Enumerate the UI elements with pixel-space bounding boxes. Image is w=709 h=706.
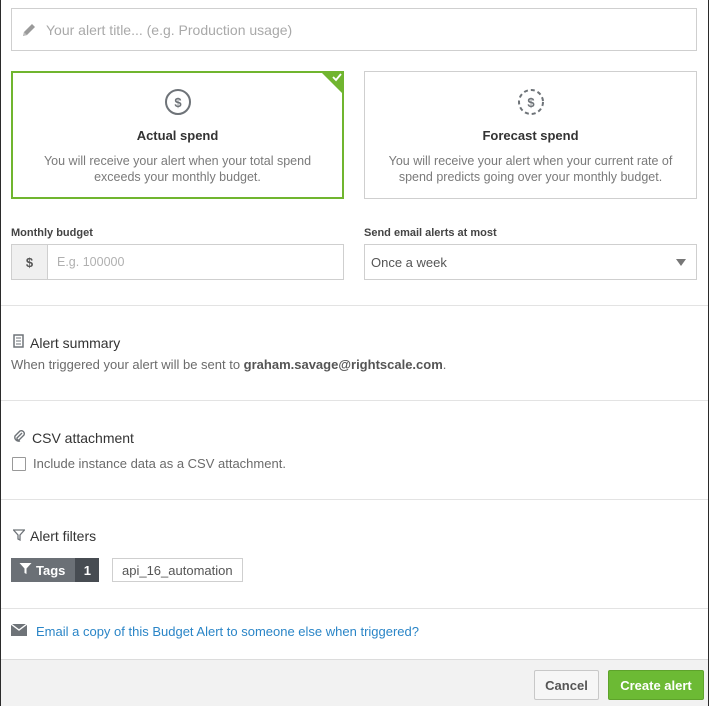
alert-summary-prefix: When triggered your alert will be sent t… [11, 357, 244, 372]
actual-spend-title: Actual spend [136, 128, 219, 143]
email-copy-link-text: Email a copy of this Budget Alert to som… [36, 624, 419, 639]
cancel-button[interactable]: Cancel [534, 670, 599, 700]
document-icon [13, 334, 25, 351]
actual-spend-card[interactable]: $ Actual spend You will receive your ale… [11, 71, 344, 199]
alert-title-input[interactable] [46, 21, 696, 38]
alert-filters-title: Alert filters [30, 528, 97, 544]
divider [1, 608, 708, 609]
tags-filter-button[interactable]: Tags 1 [11, 558, 100, 582]
email-frequency-label: Send email alerts at most [364, 227, 497, 239]
alert-summary-title: Alert summary [30, 334, 121, 351]
email-frequency-value: Once a week [371, 254, 447, 270]
forecast-spend-description: You will receive your alert when your cu… [388, 154, 673, 184]
svg-text:$: $ [527, 95, 535, 110]
monthly-budget-label: Monthly budget [11, 227, 93, 239]
email-copy-link[interactable]: Email a copy of this Budget Alert to som… [10, 623, 419, 639]
csv-attachment-title: CSV attachment [32, 429, 134, 446]
alert-summary-heading: Alert summary [13, 334, 120, 351]
dollar-circle-icon: $ [164, 88, 192, 118]
csv-attachment-heading: CSV attachment [13, 429, 134, 446]
monthly-budget-group: $ [11, 244, 344, 280]
envelope-icon [10, 623, 28, 639]
selected-check-icon [320, 71, 344, 95]
alert-title-field[interactable] [11, 8, 697, 51]
pencil-icon [12, 22, 46, 38]
monthly-budget-input[interactable] [48, 245, 343, 279]
csv-checkbox-label[interactable]: Include instance data as a CSV attachmen… [33, 456, 286, 471]
email-frequency-select[interactable]: Once a week [364, 244, 697, 280]
forecast-spend-title: Forecast spend [482, 128, 579, 143]
create-alert-button[interactable]: Create alert [608, 670, 704, 700]
dollar-dashed-circle-icon: $ [517, 88, 545, 118]
dialog-footer [1, 659, 708, 706]
tags-count-badge: 1 [75, 558, 100, 582]
svg-text:$: $ [174, 95, 182, 110]
alert-filters-heading: Alert filters [12, 528, 97, 544]
currency-prefix: $ [12, 245, 48, 279]
tag-chip[interactable]: api_16_automation [112, 558, 243, 582]
divider [1, 499, 708, 500]
funnel-icon [12, 528, 26, 544]
actual-spend-description: You will receive your alert when your to… [43, 154, 312, 184]
tags-filter-label: Tags [36, 562, 66, 578]
forecast-spend-card[interactable]: $ Forecast spend You will receive your a… [364, 71, 697, 199]
alert-summary-text: When triggered your alert will be sent t… [11, 357, 446, 372]
paperclip-icon [13, 429, 27, 446]
funnel-icon [19, 562, 32, 578]
divider [1, 400, 708, 401]
divider [1, 305, 708, 306]
csv-checkbox[interactable] [12, 457, 26, 471]
alert-summary-suffix: . [442, 357, 447, 372]
recipient-email: graham.savage@rightscale.com [243, 357, 443, 372]
chevron-down-icon [676, 259, 686, 266]
